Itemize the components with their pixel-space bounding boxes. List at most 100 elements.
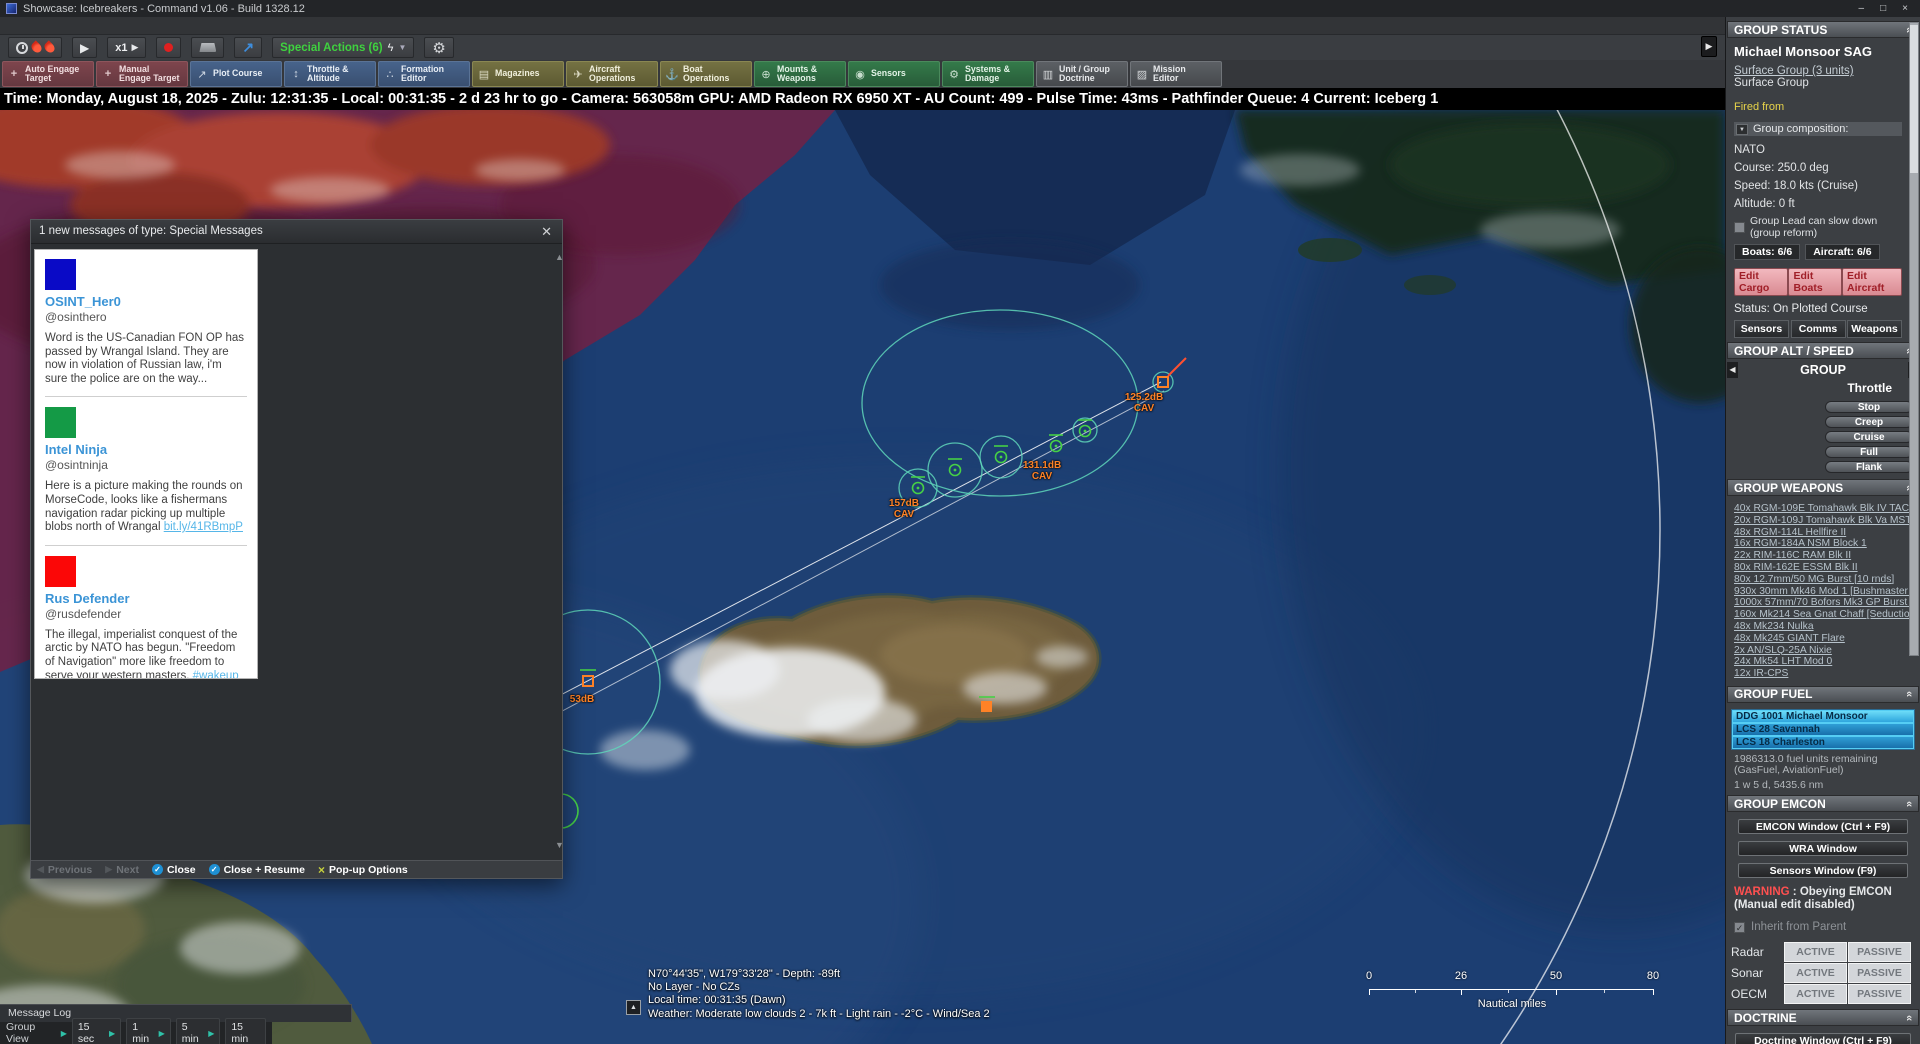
recording-interval-button[interactable]: 5 min▶ <box>176 1018 221 1044</box>
next-button[interactable]: ▶Next <box>105 864 139 876</box>
group-units-link[interactable]: Surface Group (3 units) <box>1734 65 1902 77</box>
checkbox-icon[interactable] <box>1734 222 1745 233</box>
group-info-tab-button[interactable]: Weapons <box>1847 320 1902 338</box>
contact-label[interactable]: 53dB <box>560 694 604 705</box>
panel-header-group-emcon[interactable]: GROUP EMCON« <box>1727 795 1919 812</box>
weapon-link[interactable]: 40x RGM-109E Tomahawk Blk IV TACTOM <box>1734 503 1914 515</box>
active-button[interactable]: ACTIVE <box>1784 942 1847 962</box>
close-button[interactable]: × <box>1902 3 1908 14</box>
screenshot-button[interactable] <box>191 37 224 58</box>
group-reform-checkbox-row[interactable]: Group Lead can slow down (group reform) <box>1734 215 1902 239</box>
toolbar-tool-button[interactable]: Plot Course <box>190 61 282 87</box>
group-composition-dropdown[interactable]: ▼ Group composition: <box>1734 122 1902 136</box>
inherit-from-parent-row[interactable]: Inherit from Parent <box>1734 921 1920 933</box>
recording-interval-button[interactable]: 15 sec▶ <box>72 1018 121 1044</box>
hashtag-link[interactable]: #wakeup <box>193 670 239 679</box>
panel-header-group-status[interactable]: GROUP STATUS« <box>1727 21 1919 38</box>
panel-header-alt-speed[interactable]: GROUP ALT / SPEED« <box>1727 342 1919 359</box>
jump-button[interactable]: ↗ <box>234 37 262 58</box>
close-icon[interactable]: ✕ <box>541 225 552 238</box>
close-resume-button[interactable]: ✓Close + Resume <box>209 864 305 876</box>
close-messages-button[interactable]: ✓Close <box>152 864 196 876</box>
emcon-window-button[interactable]: Sensors Window (F9) <box>1738 863 1908 878</box>
toolbar-tool-button[interactable]: Auto EngageTarget <box>2 61 94 87</box>
weapon-link[interactable]: 22x RIM-116C RAM Blk II <box>1734 550 1914 562</box>
passive-button[interactable]: PASSIVE <box>1848 984 1911 1004</box>
fuel-unit-row[interactable]: LCS 28 Savannah <box>1732 723 1914 736</box>
time-compression-button[interactable] <box>8 37 62 58</box>
passive-button[interactable]: PASSIVE <box>1848 963 1911 983</box>
previous-button[interactable]: ◀Previous <box>37 864 92 876</box>
weapon-link[interactable]: 1000x 57mm/70 Bofors Mk3 GP Burst [4 rnd <box>1734 597 1914 609</box>
toolbar-tool-button[interactable]: BoatOperations <box>660 61 752 87</box>
fuel-unit-row[interactable]: LCS 18 Charleston <box>1732 736 1914 749</box>
emcon-window-button[interactable]: WRA Window <box>1738 841 1908 856</box>
emcon-window-button[interactable]: EMCON Window (Ctrl + F9) <box>1738 819 1908 834</box>
expand-icon[interactable]: ▲ <box>626 1000 641 1015</box>
doctrine-window-button[interactable]: Doctrine Window (Ctrl + F9) <box>1735 1033 1911 1044</box>
toolbar-tool-button[interactable]: AircraftOperations <box>566 61 658 87</box>
throttle-preset-button[interactable]: Creep <box>1825 416 1913 428</box>
passive-button[interactable]: PASSIVE <box>1848 942 1911 962</box>
popup-options-button[interactable]: ×Pop-up Options <box>318 863 408 877</box>
sidebar-scrollbar[interactable] <box>1909 22 1919 656</box>
contact-label[interactable]: 157dBCAV <box>878 498 930 520</box>
throttle-preset-button[interactable]: Full <box>1825 446 1913 458</box>
panel-header-doctrine[interactable]: DOCTRINE« <box>1727 1009 1919 1026</box>
weapon-link[interactable]: 48x Mk234 Nulka <box>1734 621 1914 633</box>
settings-button[interactable]: ⚙ <box>424 37 453 58</box>
recording-interval-button[interactable]: 15 min <box>225 1018 266 1044</box>
play-button[interactable]: ▶ <box>72 37 97 58</box>
weapon-link[interactable]: 80x 12.7mm/50 MG Burst [10 rnds] <box>1734 574 1914 586</box>
scrollbar-thumb[interactable] <box>1910 25 1918 173</box>
toolbar-tool-button[interactable]: Mounts &Weapons <box>754 61 846 87</box>
weapon-link[interactable]: 930x 30mm Mk46 Mod 1 [Bushmaster II Mk <box>1734 586 1914 598</box>
weapon-link[interactable]: 12x IR-CPS <box>1734 668 1914 680</box>
contact-label[interactable]: 131.1dBCAV <box>1012 460 1072 482</box>
checkbox-icon[interactable] <box>1734 922 1745 933</box>
weapon-link[interactable]: 48x RGM-114L Hellfire II <box>1734 527 1914 539</box>
group-info-tab-button[interactable]: Sensors <box>1734 320 1789 338</box>
panel-header-group-fuel[interactable]: GROUP FUEL« <box>1727 686 1919 703</box>
throttle-preset-button[interactable]: Cruise <box>1825 431 1913 443</box>
weapon-link[interactable]: 48x Mk245 GIANT Flare <box>1734 633 1914 645</box>
weapon-link[interactable]: 20x RGM-109J Tomahawk Blk Va MST <box>1734 515 1914 527</box>
maximize-button[interactable]: □ <box>1880 3 1886 14</box>
toolbar-tool-button[interactable]: Magazines <box>472 61 564 87</box>
speed-x1-button[interactable]: x1▶ <box>107 37 146 58</box>
post-link[interactable]: bit.ly/41RBmpP <box>164 521 243 533</box>
toolbar-tool-button[interactable]: Unit / GroupDoctrine <box>1036 61 1128 87</box>
sidebar-flyout-arrow[interactable]: ▶ <box>1701 36 1717 57</box>
edit-cargo-button[interactable]: Edit Cargo <box>1734 268 1788 296</box>
edit-boats-button[interactable]: Edit Boats <box>1788 268 1842 296</box>
panel-header-group-weapons[interactable]: GROUP WEAPONS« <box>1727 479 1919 496</box>
contact-label[interactable]: 125.2dBCAV <box>1112 392 1176 414</box>
group-view-label[interactable]: Group View <box>6 1021 56 1044</box>
special-actions-button[interactable]: Special Actions (6) ϟ ▼ <box>272 37 414 58</box>
message-window-header[interactable]: 1 new messages of type: Special Messages <box>31 220 562 244</box>
toolbar-tool-button[interactable]: Systems &Damage <box>942 61 1034 87</box>
record-button[interactable] <box>156 37 181 58</box>
group-info-tab-button[interactable]: Comms <box>1791 320 1846 338</box>
aircraft-count-button[interactable]: Aircraft: 6/6 <box>1805 244 1879 260</box>
boats-count-button[interactable]: Boats: 6/6 <box>1734 244 1800 260</box>
weapon-link[interactable]: 24x Mk54 LHT Mod 0 <box>1734 656 1914 668</box>
toolbar-tool-button[interactable]: Throttle &Altitude <box>284 61 376 87</box>
minimize-button[interactable]: – <box>1859 3 1865 14</box>
toolbar-tool-button[interactable]: FormationEditor <box>378 61 470 87</box>
weapon-link[interactable]: 80x RIM-162E ESSM Blk II <box>1734 562 1914 574</box>
toolbar-tool-button[interactable]: Sensors <box>848 61 940 87</box>
edit-aircraft-button[interactable]: Edit Aircraft <box>1842 268 1902 296</box>
active-button[interactable]: ACTIVE <box>1784 984 1847 1004</box>
throttle-preset-button[interactable]: Flank <box>1825 461 1913 473</box>
weapon-link[interactable]: 160x Mk214 Sea Gnat Chaff [Seduction] <box>1734 609 1914 621</box>
throttle-preset-button[interactable]: Stop <box>1825 401 1913 413</box>
active-button[interactable]: ACTIVE <box>1784 963 1847 983</box>
scope-left-arrow[interactable]: ◀ <box>1727 362 1738 378</box>
scroll-down-icon[interactable]: ▼ <box>555 840 564 850</box>
weapon-link[interactable]: 2x AN/SLQ-25A Nixie <box>1734 645 1914 657</box>
toolbar-tool-button[interactable]: ManualEngage Target <box>96 61 188 87</box>
recording-interval-button[interactable]: 1 min▶ <box>126 1018 171 1044</box>
toolbar-tool-button[interactable]: MissionEditor <box>1130 61 1222 87</box>
scroll-up-icon[interactable]: ▲ <box>555 252 564 262</box>
